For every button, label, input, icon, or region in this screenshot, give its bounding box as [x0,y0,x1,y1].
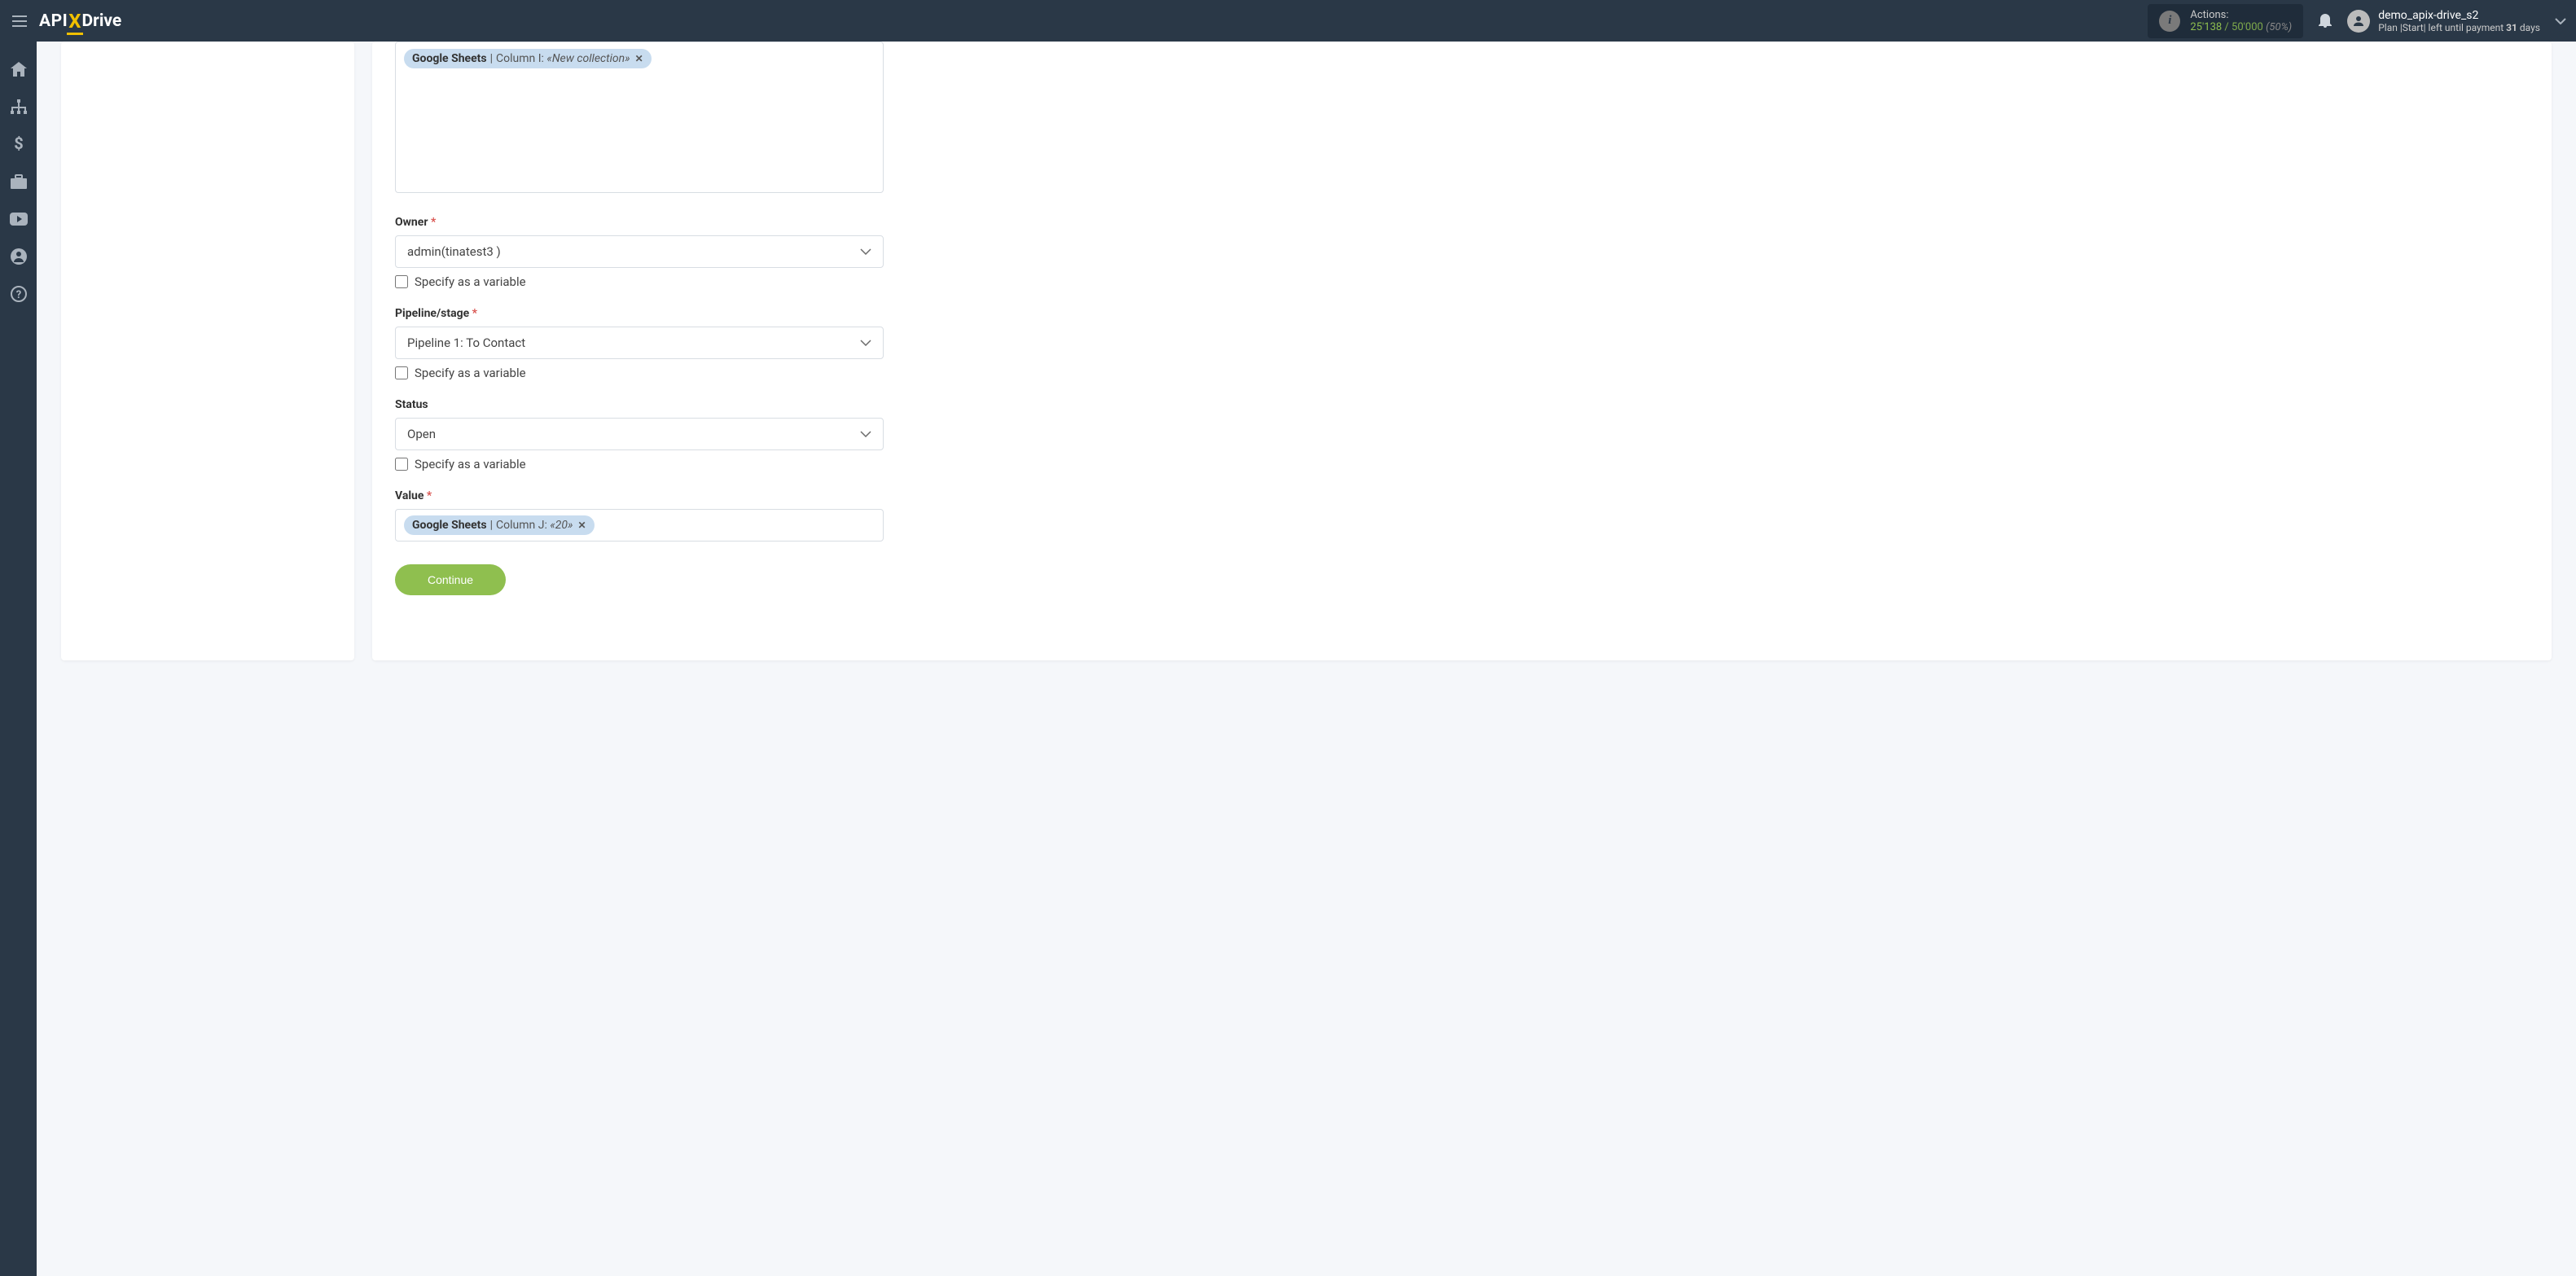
pipeline-label: Pipeline/stage [395,307,884,320]
actions-usage-box[interactable]: i Actions: 25'138 / 50'000 (50%) [2148,4,2303,38]
svg-text:?: ? [15,289,20,301]
chevron-down-icon [860,428,871,441]
status-select[interactable]: Open [395,418,884,450]
chip-remove-icon[interactable]: ✕ [635,53,643,64]
actions-slash: / [2222,21,2232,33]
status-specify-checkbox[interactable] [395,458,408,471]
left-sidebar-panel [61,42,354,660]
pipeline-specify-checkbox[interactable] [395,366,408,379]
brand-drive: Drive [82,11,122,31]
sidebar-home-icon[interactable] [9,59,29,79]
variable-chip[interactable]: Google Sheets | Column J: «20» ✕ [404,515,595,535]
user-block[interactable]: demo_apix-drive_s2 Plan |Start| left unt… [2347,9,2566,33]
plan-line: Plan |Start| left until payment 31 days [2378,22,2540,33]
actions-total: 50'000 [2232,21,2263,33]
avatar-icon [2347,10,2370,33]
info-icon: i [2159,11,2180,32]
sidebar-connections-icon[interactable] [9,97,29,116]
owner-specify-variable[interactable]: Specify as a variable [395,274,884,289]
chevron-down-icon [860,245,871,258]
pipeline-select[interactable]: Pipeline 1: To Contact [395,327,884,359]
sidebar-briefcase-icon[interactable] [9,172,29,191]
chevron-down-icon [860,336,871,349]
chevron-down-icon[interactable] [2555,15,2566,28]
brand-x: X [68,10,81,33]
pipeline-specify-variable[interactable]: Specify as a variable [395,366,884,380]
value-input[interactable]: Google Sheets | Column J: «20» ✕ [395,509,884,542]
main-form-panel: Google Sheets | Column I: «New collectio… [372,42,2552,660]
brand-logo[interactable]: APIXDrive [39,10,121,33]
sidebar: $ ? [0,42,37,1276]
actions-label: Actions: [2190,9,2292,21]
actions-pct: (50%) [2266,21,2292,33]
sidebar-youtube-icon[interactable] [9,209,29,229]
value-label: Value [395,489,884,502]
actions-used: 25'138 [2190,21,2222,33]
sidebar-help-icon[interactable]: ? [9,284,29,304]
description-textarea[interactable]: Google Sheets | Column I: «New collectio… [395,42,884,193]
owner-label: Owner [395,216,884,229]
continue-button[interactable]: Continue [395,564,506,595]
status-label: Status [395,398,884,411]
chip-remove-icon[interactable]: ✕ [577,520,586,531]
sidebar-account-icon[interactable] [9,247,29,266]
notifications-icon[interactable] [2318,11,2332,31]
status-specify-variable[interactable]: Specify as a variable [395,457,884,471]
owner-specify-checkbox[interactable] [395,275,408,288]
hamburger-menu-icon[interactable] [10,11,29,31]
brand-api: API [39,11,68,31]
user-name: demo_apix-drive_s2 [2378,9,2540,22]
svg-text:$: $ [14,136,23,152]
topbar: APIXDrive i Actions: 25'138 / 50'000 (50… [0,0,2576,42]
variable-chip[interactable]: Google Sheets | Column I: «New collectio… [404,49,652,68]
sidebar-billing-icon[interactable]: $ [9,134,29,154]
owner-select[interactable]: admin(tinatest3 ) [395,235,884,268]
